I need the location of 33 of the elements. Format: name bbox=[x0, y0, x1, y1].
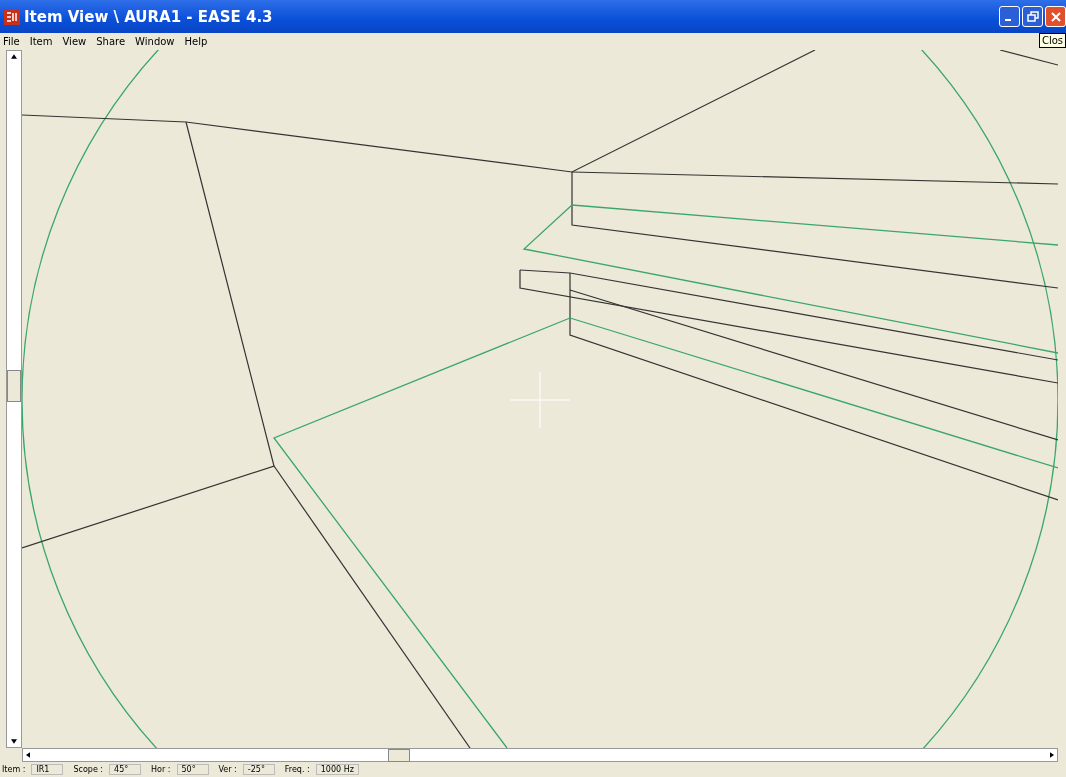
close-icon bbox=[1049, 10, 1062, 23]
close-button[interactable] bbox=[1045, 6, 1066, 27]
scroll-thumb[interactable] bbox=[7, 370, 21, 402]
tooltip: Clos bbox=[1038, 33, 1066, 48]
menu-item[interactable]: View bbox=[62, 36, 87, 47]
status-label: Scope : bbox=[73, 765, 104, 774]
scroll-left-icon[interactable] bbox=[26, 752, 30, 758]
status-value: -25° bbox=[242, 764, 275, 775]
menu-item[interactable]: Window bbox=[135, 36, 175, 47]
scroll-thumb[interactable] bbox=[388, 749, 410, 762]
minimize-icon bbox=[1005, 19, 1011, 21]
restore-icon bbox=[1026, 10, 1039, 23]
status-value: IR1 bbox=[31, 764, 64, 775]
status-label: Item : bbox=[2, 765, 26, 774]
window-title: Item View \ AURA1 - EASE 4.3 bbox=[24, 7, 273, 26]
status-value: 45° bbox=[109, 764, 142, 775]
scroll-down-icon[interactable] bbox=[11, 739, 17, 744]
status-label: Ver : bbox=[218, 765, 237, 774]
status-value: 1000 Hz bbox=[315, 764, 359, 775]
menu-item[interactable]: Share bbox=[96, 36, 126, 47]
vertical-scrollbar[interactable] bbox=[6, 50, 22, 748]
menu-item[interactable]: File bbox=[3, 36, 20, 47]
menu-item[interactable]: Item bbox=[29, 36, 53, 47]
status-label: Hor : bbox=[151, 765, 171, 774]
scroll-right-icon[interactable] bbox=[1050, 752, 1054, 758]
horizontal-scrollbar[interactable] bbox=[22, 748, 1058, 762]
scroll-up-icon[interactable] bbox=[11, 54, 17, 59]
restore-button[interactable] bbox=[1022, 6, 1043, 27]
app-logo-icon bbox=[4, 8, 20, 25]
menu-item[interactable]: Help bbox=[184, 36, 208, 47]
status-label: Freq. : bbox=[284, 765, 310, 774]
minimize-button[interactable] bbox=[999, 6, 1020, 27]
status-value: 50° bbox=[176, 764, 209, 775]
